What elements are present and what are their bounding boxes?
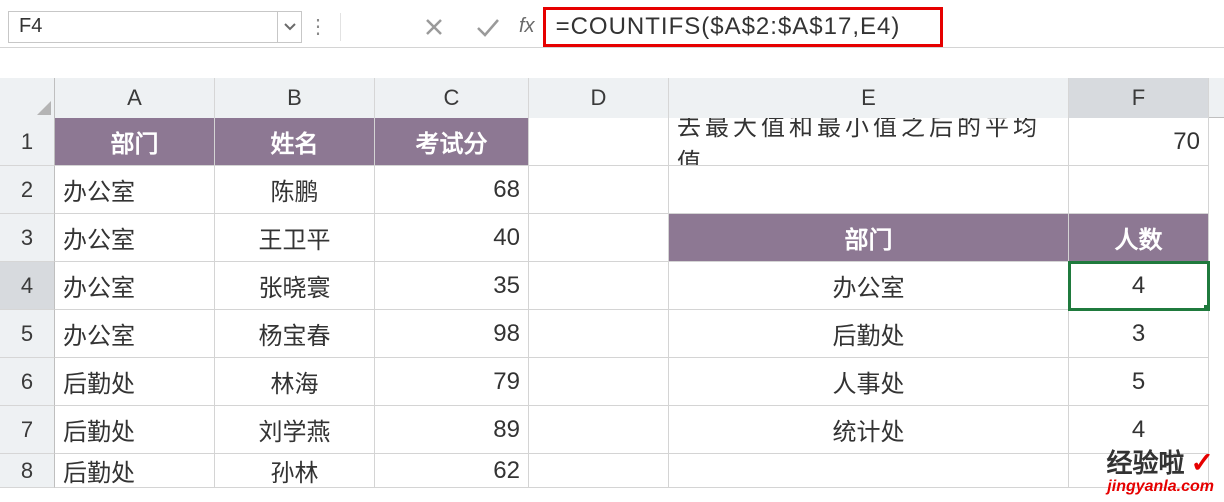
cell-B3[interactable]: 王卫平	[215, 214, 375, 262]
cell-A3[interactable]: 办公室	[55, 214, 215, 262]
check-icon: ✓	[1191, 448, 1214, 479]
cell-D1[interactable]	[529, 118, 669, 166]
row-5: 5 办公室 杨宝春 98 后勤处 3	[0, 310, 1224, 358]
column-headers: A B C D E F	[0, 78, 1224, 118]
row-4: 4 办公室 张晓寰 35 办公室 4	[0, 262, 1224, 310]
cell-C3[interactable]: 40	[375, 214, 529, 262]
row-header-5[interactable]: 5	[0, 310, 55, 358]
cell-B7[interactable]: 刘学燕	[215, 406, 375, 454]
cell-D7[interactable]	[529, 406, 669, 454]
cell-D3[interactable]	[529, 214, 669, 262]
cell-E6[interactable]: 人事处	[669, 358, 1069, 406]
cell-F4[interactable]: 4	[1069, 262, 1209, 310]
cell-B1[interactable]: 姓名	[215, 118, 375, 166]
cell-E2[interactable]	[669, 166, 1069, 214]
cell-E3[interactable]: 部门	[669, 214, 1069, 262]
watermark-text: 经验啦	[1107, 449, 1185, 478]
row-header-3[interactable]: 3	[0, 214, 55, 262]
cell-A4[interactable]: 办公室	[55, 262, 215, 310]
col-header-B[interactable]: B	[215, 78, 375, 118]
enter-button[interactable]	[461, 11, 515, 43]
cell-A6[interactable]: 后勤处	[55, 358, 215, 406]
watermark-url: jingyanla.com	[1107, 478, 1214, 496]
cell-C2[interactable]: 68	[375, 166, 529, 214]
spreadsheet-grid: A B C D E F 1 部门 姓名 考试分 去最大值和最小值之后的平均值 7…	[0, 78, 1224, 488]
cell-A5[interactable]: 办公室	[55, 310, 215, 358]
rows: 1 部门 姓名 考试分 去最大值和最小值之后的平均值 70 2 办公室 陈鹏 6…	[0, 118, 1224, 488]
cell-E4[interactable]: 办公室	[669, 262, 1069, 310]
cell-F1[interactable]: 70	[1069, 118, 1209, 166]
watermark: 经验啦 ✓ jingyanla.com	[1107, 448, 1214, 496]
more-icon: ⋮	[302, 14, 334, 39]
row-7: 7 后勤处 刘学燕 89 统计处 4	[0, 406, 1224, 454]
row-8: 8 后勤处 孙林 62	[0, 454, 1224, 488]
cell-E1[interactable]: 去最大值和最小值之后的平均值	[669, 118, 1069, 166]
row-header-8[interactable]: 8	[0, 454, 55, 488]
cell-B5[interactable]: 杨宝春	[215, 310, 375, 358]
cell-D5[interactable]	[529, 310, 669, 358]
row-header-1[interactable]: 1	[0, 118, 55, 166]
formula-bar: F4 ⋮ fx =COUNTIFS($A$2:$A$17,E4)	[0, 0, 1224, 48]
cell-B6[interactable]: 林海	[215, 358, 375, 406]
separator	[340, 13, 341, 41]
name-box[interactable]: F4	[8, 11, 278, 43]
row-header-6[interactable]: 6	[0, 358, 55, 406]
col-header-C[interactable]: C	[375, 78, 529, 118]
cell-F6[interactable]: 5	[1069, 358, 1209, 406]
cell-E8[interactable]	[669, 454, 1069, 488]
cell-A2[interactable]: 办公室	[55, 166, 215, 214]
cell-B4[interactable]: 张晓寰	[215, 262, 375, 310]
row-header-4[interactable]: 4	[0, 262, 55, 310]
cell-C5[interactable]: 98	[375, 310, 529, 358]
cancel-button[interactable]	[407, 11, 461, 43]
name-box-dropdown[interactable]	[278, 11, 302, 43]
x-icon	[423, 16, 445, 38]
cell-B2[interactable]: 陈鹏	[215, 166, 375, 214]
cell-D8[interactable]	[529, 454, 669, 488]
name-box-wrap: F4	[8, 11, 302, 43]
cell-F3[interactable]: 人数	[1069, 214, 1209, 262]
row-header-7[interactable]: 7	[0, 406, 55, 454]
cell-E5[interactable]: 后勤处	[669, 310, 1069, 358]
cell-A7[interactable]: 后勤处	[55, 406, 215, 454]
cell-C1[interactable]: 考试分	[375, 118, 529, 166]
cell-D4[interactable]	[529, 262, 669, 310]
chevron-down-icon	[284, 23, 296, 31]
col-header-E[interactable]: E	[669, 78, 1069, 118]
col-header-D[interactable]: D	[529, 78, 669, 118]
cell-E7[interactable]: 统计处	[669, 406, 1069, 454]
check-icon	[475, 16, 501, 38]
formula-input[interactable]: =COUNTIFS($A$2:$A$17,E4)	[543, 7, 943, 47]
cell-C6[interactable]: 79	[375, 358, 529, 406]
col-header-F[interactable]: F	[1069, 78, 1209, 118]
cell-A8[interactable]: 后勤处	[55, 454, 215, 488]
select-all-corner[interactable]	[0, 78, 55, 118]
row-6: 6 后勤处 林海 79 人事处 5	[0, 358, 1224, 406]
row-1: 1 部门 姓名 考试分 去最大值和最小值之后的平均值 70	[0, 118, 1224, 166]
cell-C7[interactable]: 89	[375, 406, 529, 454]
cell-C8[interactable]: 62	[375, 454, 529, 488]
cell-D2[interactable]	[529, 166, 669, 214]
cell-A1[interactable]: 部门	[55, 118, 215, 166]
cell-F2[interactable]	[1069, 166, 1209, 214]
cell-F5[interactable]: 3	[1069, 310, 1209, 358]
cell-C4[interactable]: 35	[375, 262, 529, 310]
row-header-2[interactable]: 2	[0, 166, 55, 214]
cell-D6[interactable]	[529, 358, 669, 406]
cell-B8[interactable]: 孙林	[215, 454, 375, 488]
col-header-A[interactable]: A	[55, 78, 215, 118]
row-2: 2 办公室 陈鹏 68	[0, 166, 1224, 214]
row-3: 3 办公室 王卫平 40 部门 人数	[0, 214, 1224, 262]
